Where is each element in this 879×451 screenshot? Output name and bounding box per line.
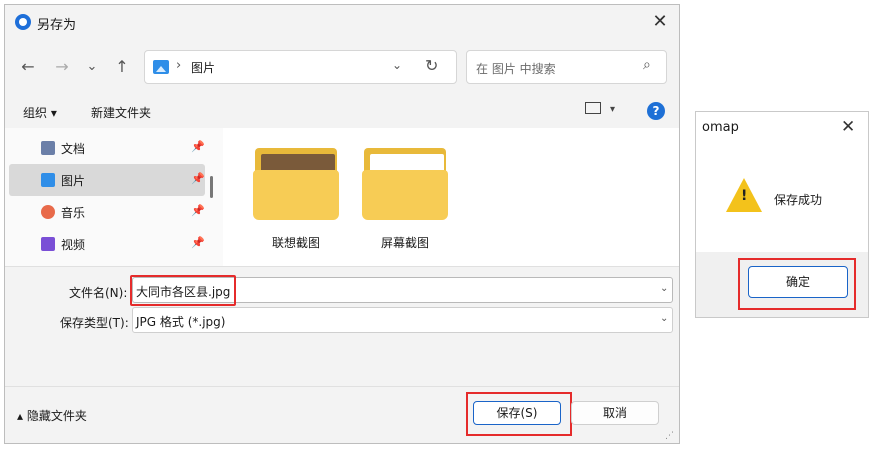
pictures-icon (41, 173, 55, 187)
chevron-down-icon[interactable]: ⌄ (660, 313, 668, 324)
address-bar[interactable]: › 图片 ⌄ ↻ (144, 50, 457, 84)
address-dropdown-icon[interactable]: ⌄ (392, 58, 402, 72)
pin-icon: 📌 (191, 172, 205, 185)
up-arrow-icon[interactable]: ↑ (109, 55, 135, 79)
message-box-title: omap (702, 120, 739, 135)
ok-button[interactable]: 确定 (748, 266, 848, 298)
music-icon (41, 205, 55, 219)
pin-icon: 📌 (191, 204, 205, 217)
help-icon[interactable]: ? (647, 102, 665, 120)
save-button[interactable]: 保存(S) (473, 401, 561, 425)
pin-icon: 📌 (191, 236, 205, 249)
chevron-down-icon[interactable]: ⌄ (660, 283, 668, 294)
search-input[interactable]: 在 图片 中搜索 ⌕ (466, 50, 667, 84)
search-icon: ⌕ (643, 57, 651, 73)
message-box-footer: 确定 (696, 252, 868, 317)
warning-mark: ! (741, 188, 748, 204)
document-icon (41, 141, 55, 155)
dialog-footer: ▴ 隐藏文件夹 保存(S) 取消 ⋰ (5, 386, 679, 443)
folder-item[interactable]: 屏幕截图 (360, 148, 450, 258)
view-options-caret-icon[interactable]: ▾ (610, 104, 615, 115)
filename-field[interactable]: 大同市各区县.jpg ⌄ (130, 275, 673, 306)
close-button[interactable]: ✕ (841, 117, 855, 137)
message-text: 保存成功 (774, 193, 823, 207)
nav-scrollbar-thumb[interactable] (210, 176, 213, 198)
video-icon (41, 237, 55, 251)
save-form: 文件名(N): 大同市各区县.jpg ⌄ 保存类型(T): JPG 格式 (*.… (5, 266, 679, 386)
folder-name: 联想截图 (271, 236, 320, 250)
cancel-button[interactable]: 取消 (571, 401, 659, 425)
filename-label: 文件名(N): (69, 286, 128, 300)
annotation-highlight-box (130, 275, 236, 306)
sidebar-item-label: 文档 (61, 142, 86, 156)
sidebar-item-label: 视频 (61, 238, 86, 252)
pictures-icon (153, 60, 169, 74)
hide-folders-button[interactable]: ▴ 隐藏文件夹 (17, 407, 87, 424)
breadcrumb-location[interactable]: 图片 (191, 59, 215, 76)
sidebar-item-videos[interactable]: 视频 📌 (9, 228, 205, 260)
search-placeholder: 在 图片 中搜索 (476, 62, 556, 76)
dialog-title: 另存为 (37, 18, 77, 33)
sidebar-item-documents[interactable]: 文档 📌 (9, 132, 205, 164)
file-list-pane: 联想截图 屏幕截图 (223, 128, 679, 266)
toolbar: 组织 ▾ 新建文件夹 ▾ ? (5, 96, 679, 128)
breadcrumb-separator-icon: › (176, 58, 182, 73)
view-mode-icon[interactable] (585, 102, 601, 114)
app-logo-icon (15, 14, 31, 30)
back-arrow-icon[interactable]: ← (15, 55, 41, 79)
sidebar-item-pictures[interactable]: 图片 📌 (9, 164, 205, 196)
refresh-icon[interactable]: ↻ (425, 56, 438, 75)
folder-name: 屏幕截图 (380, 236, 429, 250)
sidebar-item-label: 图片 (61, 174, 86, 188)
forward-arrow-icon[interactable]: → (49, 55, 75, 79)
sidebar-item-music[interactable]: 音乐 📌 (9, 196, 205, 228)
navigation-pane: 文档 📌 图片 📌 音乐 📌 视频 📌 (5, 128, 223, 266)
organize-button[interactable]: 组织 ▾ (23, 104, 57, 121)
folder-front-icon (253, 170, 339, 220)
folder-item[interactable]: 联想截图 (251, 148, 341, 258)
title-bar: 另存为 ✕ (5, 5, 679, 39)
recent-locations-chevron-icon[interactable]: ⌄ (79, 55, 105, 79)
filetype-value: JPG 格式 (*.jpg) (136, 315, 226, 329)
new-folder-button[interactable]: 新建文件夹 (91, 104, 151, 121)
filetype-label: 保存类型(T): (60, 316, 129, 330)
save-as-dialog: 另存为 ✕ ← → ⌄ ↑ › 图片 ⌄ ↻ 在 图片 中搜索 ⌕ 组织 ▾ 新… (4, 4, 680, 444)
folder-front-icon (362, 170, 448, 220)
pin-icon: 📌 (191, 140, 205, 153)
sidebar-item-label: 音乐 (61, 206, 86, 220)
resize-grip-icon[interactable]: ⋰ (665, 431, 674, 441)
message-box: omap ✕ ! 保存成功 确定 (695, 111, 869, 318)
close-button[interactable]: ✕ (645, 9, 675, 35)
filetype-select[interactable]: JPG 格式 (*.jpg) ⌄ (132, 307, 673, 333)
